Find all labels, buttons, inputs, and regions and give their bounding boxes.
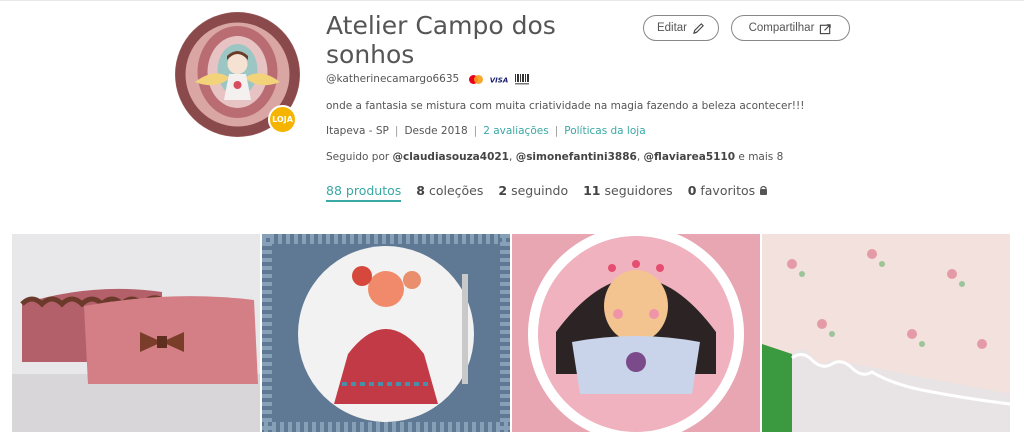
- tab-seguindo[interactable]: 2 seguindo: [498, 183, 568, 202]
- pouches-photo: [12, 234, 260, 432]
- svg-text:VISA: VISA: [490, 77, 508, 85]
- stat-number: 0: [687, 183, 697, 198]
- meta-separator: |: [473, 125, 478, 137]
- store-stats: 88 produtos 8 coleções 2 seguindo 11 seg…: [326, 183, 768, 202]
- product-card[interactable]: [262, 234, 510, 432]
- followed-by-prefix: Seguido por: [326, 151, 390, 163]
- visa-icon: VISA: [490, 74, 508, 85]
- boleto-icon: [514, 74, 530, 85]
- stat-label: coleções: [428, 183, 484, 198]
- stat-number: 2: [498, 183, 508, 198]
- reviews-link[interactable]: 2 avaliações: [483, 125, 549, 137]
- tab-produtos[interactable]: 88 produtos: [326, 183, 402, 202]
- follower-link[interactable]: @claudiasouza4021: [393, 151, 509, 163]
- product-card[interactable]: [762, 234, 1010, 432]
- store-meta: Itapeva - SP | Desde 2018 | 2 avaliações…: [326, 125, 646, 137]
- share-icon: [820, 23, 832, 34]
- stat-number: 88: [326, 183, 342, 198]
- meta-separator: |: [394, 125, 399, 137]
- stat-label: produtos: [345, 183, 402, 198]
- policies-link[interactable]: Políticas da loja: [564, 125, 645, 137]
- tablecloth-photo: [762, 234, 1010, 432]
- share-button-label: Compartilhar: [748, 22, 815, 34]
- lock-icon: [760, 185, 768, 195]
- edit-button-label: Editar: [656, 22, 688, 34]
- edit-button[interactable]: Editar: [643, 15, 719, 41]
- store-username: @katherinecamargo6635: [326, 73, 460, 85]
- product-gallery: [12, 234, 1011, 432]
- share-button[interactable]: Compartilhar: [731, 15, 850, 41]
- napkin-doll-photo: [262, 234, 510, 432]
- stat-label: favoritos: [700, 183, 756, 198]
- stat-label: seguidores: [604, 183, 673, 198]
- tab-favoritos[interactable]: 0 favoritos: [688, 183, 768, 202]
- followed-by-more[interactable]: e mais 8: [738, 151, 783, 163]
- store-location: Itapeva - SP: [326, 125, 389, 137]
- stat-number: 11: [583, 183, 601, 198]
- follower-link[interactable]: @flaviarea5110: [644, 151, 736, 163]
- tab-colecoes[interactable]: 8 coleções: [416, 183, 483, 202]
- follower-link[interactable]: @simonefantini3886: [516, 151, 637, 163]
- pencil-icon: [692, 22, 704, 34]
- mastercard-icon: [468, 74, 484, 85]
- followed-by: Seguido por @claudiasouza4021, @simonefa…: [326, 151, 784, 163]
- store-title: Atelier Campo dos sonhos: [326, 11, 556, 69]
- store-description: onde a fantasia se mistura com muita cri…: [326, 100, 805, 112]
- stat-number: 8: [416, 183, 425, 198]
- product-card[interactable]: [512, 234, 760, 432]
- tab-seguidores[interactable]: 11 seguidores: [583, 183, 673, 202]
- payment-methods: VISA: [468, 74, 530, 85]
- store-since: Desde 2018: [404, 125, 468, 137]
- product-card[interactable]: [12, 234, 260, 432]
- stat-label: seguindo: [511, 183, 569, 198]
- meta-separator: |: [554, 125, 559, 137]
- top-divider: [0, 0, 1024, 1]
- store-badge: LOJA: [268, 105, 297, 134]
- painted-plate-photo: [512, 234, 760, 432]
